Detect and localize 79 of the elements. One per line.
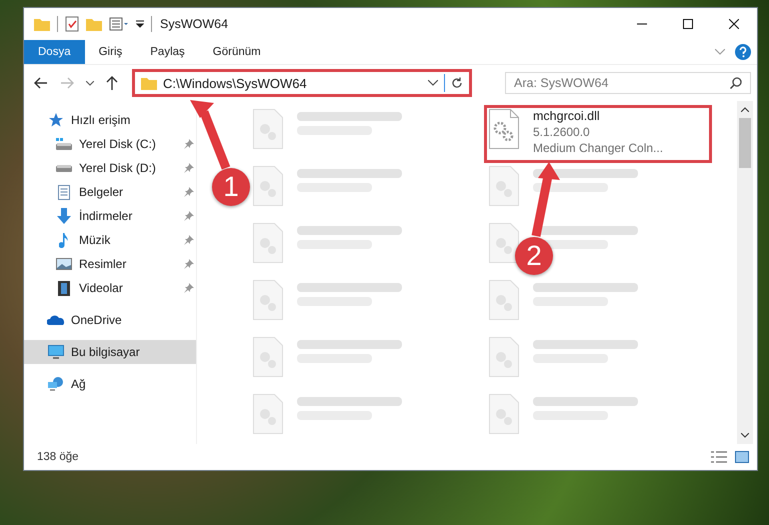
pin-icon[interactable] [184,259,194,269]
star-icon [49,113,63,127]
minimize-icon [637,23,647,25]
properties-icon[interactable] [65,16,79,32]
new-folder-icon[interactable] [86,17,102,31]
expand-ribbon-icon[interactable] [715,49,725,55]
nav-item[interactable]: Belgeler [24,180,196,204]
ribbon-tab[interactable]: Giriş [84,40,136,64]
ribbon-tab[interactable]: Dosya [24,40,85,64]
scroll-up-icon[interactable] [741,107,749,112]
forward-arrow-icon[interactable] [60,77,74,89]
nav-item[interactable]: Resimler [24,252,196,276]
folder-icon [141,76,157,90]
blurred-file-icon [253,166,283,206]
nav-item[interactable]: Ağ [24,372,196,396]
blurred-file-icon [489,337,519,377]
recent-dropdown-icon[interactable] [86,80,94,86]
large-icons-view-icon[interactable] [735,451,749,463]
refresh-icon[interactable] [451,77,463,89]
address-bar[interactable]: C:\Windows\SysWOW64 [132,69,472,97]
file-detail: Medium Changer Coln... [533,141,664,155]
file-name: mchgrcoi.dll [533,109,601,123]
scrollbar[interactable] [737,101,753,444]
pin-icon[interactable] [184,139,194,149]
blurred-file-icon [253,394,283,434]
network-icon [48,377,64,391]
help-icon[interactable] [735,44,751,60]
address-dropdown-icon[interactable] [428,80,438,86]
folder-icon[interactable] [34,17,50,31]
up-arrow-icon[interactable] [106,76,118,90]
dll-file-icon [489,109,519,149]
nav-item[interactable]: Bu bilgisayar [24,340,196,364]
drive-icon [56,164,72,172]
scrollbar-thumb[interactable] [739,118,751,168]
ribbon-tab[interactable]: Paylaş [136,40,199,64]
window-title: SysWOW64 [160,17,228,31]
pin-icon[interactable] [184,235,194,245]
details-view-icon[interactable] [711,451,727,463]
ribbon-tab[interactable]: Görünüm [198,40,275,64]
drive-icon [56,138,72,150]
document-icon [58,184,70,200]
nav-item[interactable]: Yerel Disk (D:) [24,156,196,180]
monitor-icon [48,345,64,359]
nav-item[interactable]: Müzik [24,228,196,252]
scroll-down-icon[interactable] [741,433,749,438]
close-icon [729,19,739,29]
blurred-file-icon [489,166,519,206]
pin-icon[interactable] [184,211,194,221]
back-arrow-icon[interactable] [34,77,48,89]
search-field[interactable]: Ara: SysWOW64 [505,72,751,94]
cloud-icon [47,315,65,325]
callout-arrow [190,100,230,170]
nav-item[interactable]: İndirmeler [24,204,196,228]
nav-item[interactable]: Yerel Disk (C:) [24,132,196,156]
blurred-file-icon [253,280,283,320]
address-path: C:\Windows\SysWOW64 [163,76,308,90]
file-item[interactable]: mchgrcoi.dll 5.1.2600.0 Medium Changer Coln... [484,105,712,163]
file-detail: 5.1.2600.0 [533,125,591,139]
maximize-icon [683,19,693,29]
pin-icon[interactable] [184,163,194,173]
blurred-file-icon [489,223,519,263]
nav-item[interactable]: Videolar [24,276,196,300]
blurred-file-icon [489,394,519,434]
customize-dropdown-icon[interactable] [136,20,144,28]
item-count: 138 öğe [37,451,79,463]
blurred-file-icon [253,109,283,149]
music-note-icon [59,232,69,248]
download-arrow-icon [57,208,71,224]
nav-item[interactable]: OneDrive [24,308,196,332]
search-icon [730,77,742,89]
view-options-icon[interactable] [109,17,129,31]
picture-icon [56,258,72,270]
blurred-file-icon [489,280,519,320]
pin-icon[interactable] [184,187,194,197]
nav-item[interactable]: Hızlı erişim [24,108,196,132]
film-icon [58,280,70,296]
blurred-file-icon [253,337,283,377]
pin-icon[interactable] [184,283,194,293]
blurred-file-icon [253,223,283,263]
